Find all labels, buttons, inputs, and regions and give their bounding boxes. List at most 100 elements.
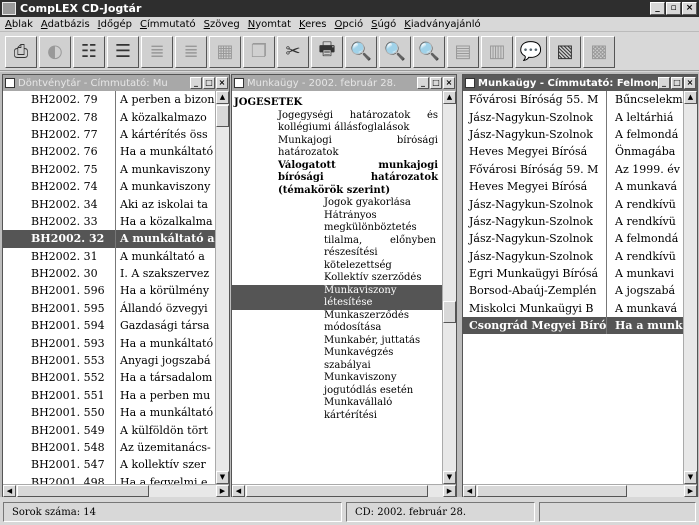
tree-node-level2[interactable]: Munkabér, juttatás bbox=[232, 335, 442, 348]
tree-node-level2[interactable]: Kollektív szerződés bbox=[232, 272, 442, 285]
search-prev-button[interactable]: 🔍 bbox=[413, 35, 445, 68]
document-grid-button[interactable]: ▦ bbox=[209, 35, 241, 68]
list-row[interactable]: Fővárosi Bíróság 59. M Az 1999. év bbox=[463, 160, 683, 178]
menu-item-adatbázis[interactable]: Adatbázis bbox=[38, 19, 95, 30]
tree-node-level2[interactable]: Munkavállaló kártérítési bbox=[232, 397, 442, 422]
window-titlebar[interactable]: Munkaügy - 2002. február 28. _ □ × bbox=[232, 75, 456, 91]
list-row[interactable]: Jász-Nagykun-Szolnok A rendkívü bbox=[463, 212, 683, 231]
document-search-button[interactable]: ▤ bbox=[447, 35, 479, 68]
window-minimize-button[interactable]: _ bbox=[658, 77, 670, 89]
menu-item-ablak[interactable]: Ablak bbox=[2, 19, 38, 30]
copy-docs-button[interactable]: ❐ bbox=[243, 35, 275, 68]
horizontal-scrollbar[interactable]: ◀ ▶ bbox=[232, 484, 456, 497]
menu-item-súgó[interactable]: Súgó bbox=[368, 19, 401, 30]
list-row[interactable]: BH2002. 31 A munkáltató a bbox=[3, 247, 215, 265]
scissors-button[interactable]: ✂ bbox=[277, 35, 309, 68]
list-row[interactable]: BH2002. 75 A munkaviszony bbox=[3, 160, 215, 178]
list-row[interactable]: BH2001. 550 Ha a munkáltató bbox=[3, 404, 215, 422]
globe-button[interactable]: ◐ bbox=[39, 35, 71, 68]
document-check-button[interactable]: ▥ bbox=[481, 35, 513, 68]
list-row[interactable]: Heves Megyei Bírósá A munkavá bbox=[463, 177, 683, 196]
restore-button[interactable]: ▫ bbox=[666, 2, 681, 15]
scroll-up-arrow-icon[interactable]: ▲ bbox=[443, 91, 456, 104]
scroll-left-arrow-icon[interactable]: ◀ bbox=[463, 485, 476, 497]
tree-node-level1[interactable]: Válogatott munkajogi bírósági határozato… bbox=[232, 160, 442, 198]
scroll-thumb[interactable] bbox=[477, 485, 627, 497]
scroll-right-arrow-icon[interactable]: ▶ bbox=[216, 485, 229, 497]
scroll-up-arrow-icon[interactable]: ▲ bbox=[684, 91, 697, 104]
speech-bubble-button[interactable]: 💬 bbox=[515, 35, 547, 68]
window-munkaugy-cimmutato[interactable]: Munkaügy - Címmutató: Felmon _ □ × Fővár… bbox=[462, 74, 698, 497]
tree-node-level2[interactable]: Munkaviszony létesítése bbox=[232, 284, 442, 310]
document-button[interactable]: ≣ bbox=[141, 35, 173, 68]
list-row[interactable]: BH2002. 78 A közalkalmazo bbox=[3, 108, 215, 126]
list-row[interactable]: BH2001. 596 Ha a körülmény bbox=[3, 282, 215, 300]
list-row[interactable]: Borsod-Abaúj-Zemplén A jogszabá bbox=[463, 282, 683, 300]
tree-node-level2[interactable]: Munkaszerződés módosítása bbox=[232, 310, 442, 335]
vertical-scrollbar[interactable]: ▲ ▼ bbox=[442, 91, 456, 484]
list-row[interactable]: BH2002. 74 A munkaviszony bbox=[3, 177, 215, 196]
tree-node-level2[interactable]: Munkavégzés szabályai bbox=[232, 347, 442, 372]
window-titlebar[interactable]: Munkaügy - Címmutató: Felmon _ □ × bbox=[463, 75, 697, 91]
tree-node-level2[interactable]: Munkaviszony jogutódlás esetén bbox=[232, 372, 442, 397]
ruler-button[interactable]: ▧ bbox=[549, 35, 581, 68]
grid-panel-button[interactable]: ▩ bbox=[583, 35, 615, 68]
scroll-down-arrow-icon[interactable]: ▼ bbox=[684, 471, 697, 484]
search-button[interactable]: 🔍 bbox=[345, 35, 377, 68]
scroll-down-arrow-icon[interactable]: ▼ bbox=[216, 471, 229, 484]
window-maximize-button[interactable]: □ bbox=[430, 77, 442, 89]
list-row[interactable]: Csongrád Megyei Bíró Ha a munk bbox=[463, 317, 683, 335]
tree-node-level1[interactable]: Munkajogi bírósági határozatok bbox=[232, 135, 442, 160]
scroll-thumb[interactable] bbox=[17, 485, 149, 497]
list-row[interactable]: Jász-Nagykun-Szolnok A leltárhiá bbox=[463, 108, 683, 126]
scroll-left-arrow-icon[interactable]: ◀ bbox=[232, 485, 245, 497]
list-row[interactable]: BH2001. 594 Gazdasági társa bbox=[3, 317, 215, 335]
list-row[interactable]: BH2001. 548 Az üzemitanács- bbox=[3, 438, 215, 457]
window-close-button[interactable]: × bbox=[443, 77, 455, 89]
scroll-up-arrow-icon[interactable]: ▲ bbox=[216, 91, 229, 104]
list-row[interactable]: BH2002. 33 Ha a közalkalma bbox=[3, 212, 215, 231]
window-dontvenytar[interactable]: Döntvénytár - Címmutató: Mu _ □ × BH2002… bbox=[2, 74, 230, 497]
list-row[interactable]: BH2002. 79 A perben a bizon bbox=[3, 91, 215, 109]
tree-node-level1[interactable]: Jogegységi határozatok és kollégiumi áll… bbox=[232, 110, 442, 135]
list-row[interactable]: BH2001. 552 Ha a társadalom bbox=[3, 369, 215, 387]
list-row[interactable]: BH2001. 553 Anyagi jogszabá bbox=[3, 351, 215, 370]
menu-item-kiadványajánló[interactable]: Kiadványajánló bbox=[401, 19, 485, 30]
menu-item-szöveg[interactable]: Szöveg bbox=[201, 19, 245, 30]
window-minimize-button[interactable]: _ bbox=[190, 77, 202, 89]
app-icon[interactable] bbox=[2, 2, 16, 15]
list-row[interactable]: Jász-Nagykun-Szolnok A rendkívü bbox=[463, 195, 683, 213]
list-row[interactable]: Jász-Nagykun-Szolnok A felmondá bbox=[463, 125, 683, 144]
scroll-right-arrow-icon[interactable]: ▶ bbox=[443, 485, 456, 497]
list-row[interactable]: BH2001. 498 Ha a fegyelmi e bbox=[3, 473, 215, 484]
scroll-down-arrow-icon[interactable]: ▼ bbox=[443, 471, 456, 484]
menu-item-keres[interactable]: Keres bbox=[296, 19, 331, 30]
minimize-button[interactable]: _ bbox=[650, 2, 665, 15]
list-row[interactable]: BH2001. 549 A külföldön tört bbox=[3, 421, 215, 439]
list-row[interactable]: BH2001. 595 Állandó özvegyi bbox=[3, 299, 215, 318]
list-row[interactable]: BH2002. 77 A kártérítés öss bbox=[3, 125, 215, 144]
multi-list-button[interactable]: ☰ bbox=[107, 35, 139, 68]
scroll-right-arrow-icon[interactable]: ▶ bbox=[684, 485, 697, 497]
menu-item-opció[interactable]: Opció bbox=[331, 19, 368, 30]
window-close-button[interactable]: × bbox=[684, 77, 696, 89]
tree-node-level2[interactable]: Hátrányos megkülönböztetés tilalma, előn… bbox=[232, 210, 442, 273]
list-row[interactable]: Miskolci Munkaügyi B A munkavá bbox=[463, 299, 683, 318]
list-row[interactable]: BH2001. 547 A kollektív szer bbox=[3, 456, 215, 474]
close-button[interactable]: × bbox=[682, 2, 697, 15]
menu-item-időgép[interactable]: Időgép bbox=[95, 19, 137, 30]
tree-root[interactable]: JOGESETEK bbox=[232, 97, 442, 110]
vertical-scrollbar[interactable]: ▲ ▼ bbox=[683, 91, 697, 484]
list-row[interactable]: Jász-Nagykun-Szolnok A felmondá bbox=[463, 230, 683, 248]
vertical-scrollbar[interactable]: ▲ ▼ bbox=[215, 91, 229, 484]
list-row[interactable]: Heves Megyei Bírósá Önmagába bbox=[463, 143, 683, 161]
menu-item-nyomtat[interactable]: Nyomtat bbox=[245, 19, 296, 30]
window-maximize-button[interactable]: □ bbox=[671, 77, 683, 89]
scroll-thumb[interactable] bbox=[246, 485, 428, 497]
tree-node-level2[interactable]: Jogok gyakorlása bbox=[232, 197, 442, 210]
list-row[interactable]: BH2002. 30 I. A szakszervez bbox=[3, 264, 215, 283]
window-minimize-button[interactable]: _ bbox=[417, 77, 429, 89]
document-lines-button[interactable]: ≣ bbox=[175, 35, 207, 68]
list-view-button[interactable]: ☷ bbox=[73, 35, 105, 68]
window-icon[interactable] bbox=[465, 78, 475, 88]
